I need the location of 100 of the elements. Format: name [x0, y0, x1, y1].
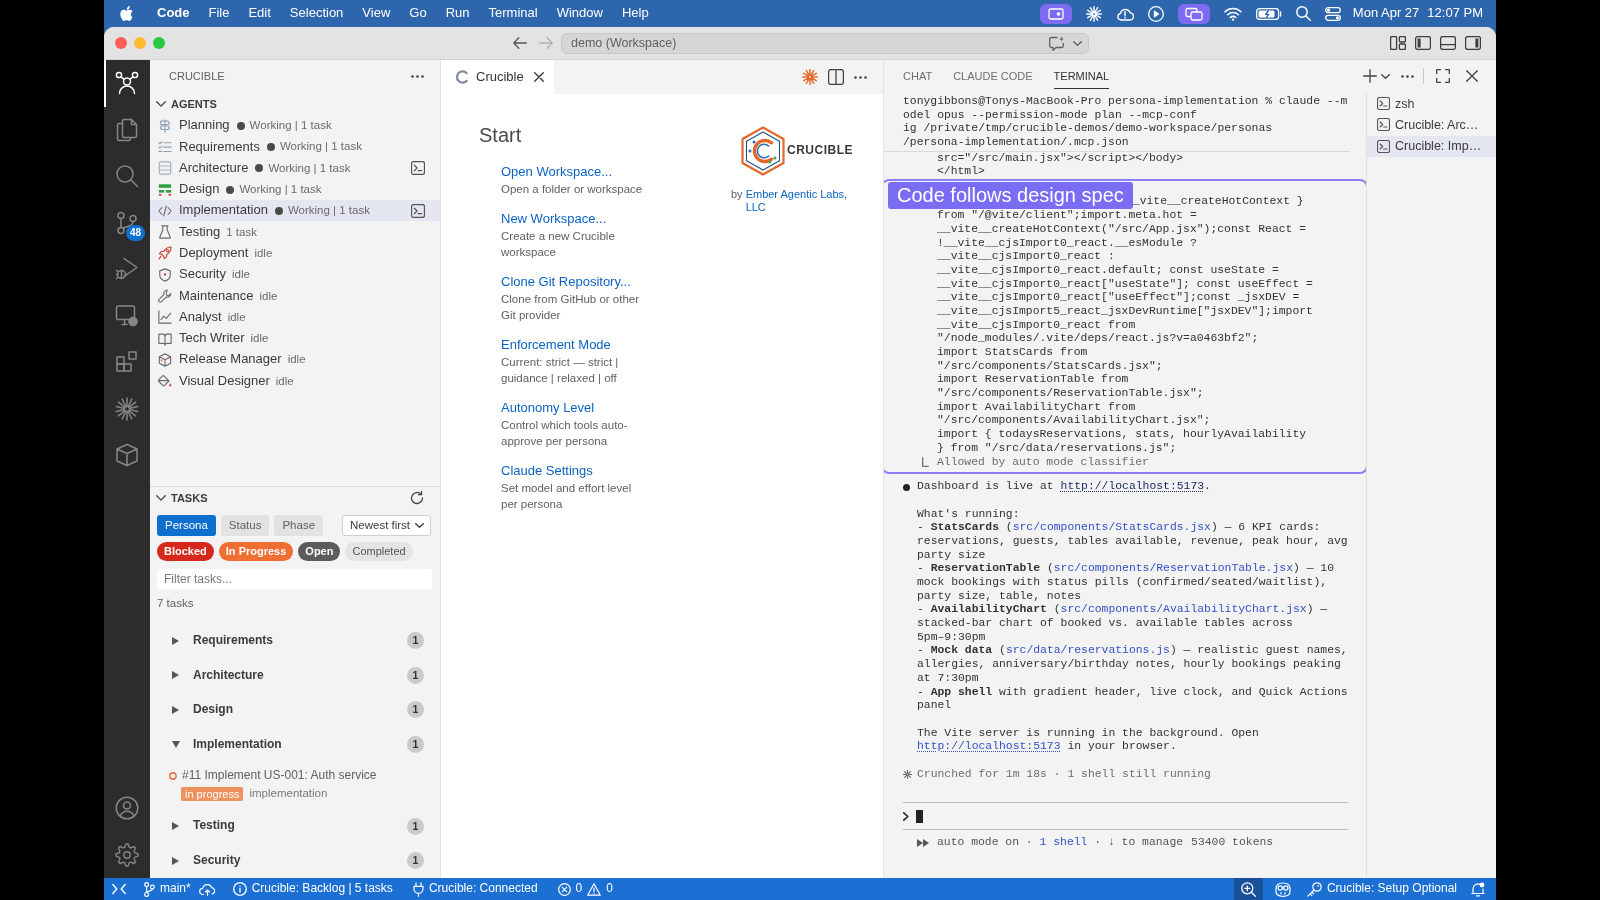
panel-tab[interactable]: CHAT [903, 70, 933, 89]
menu-bar-clock[interactable]: 12:07 PM [1427, 5, 1483, 22]
editor-tab[interactable]: Crucible [441, 60, 554, 94]
file-link[interactable]: src/components/StatsCards.jsx [1012, 521, 1211, 534]
more-icon[interactable] [411, 75, 424, 78]
task-group-name[interactable]: Testing [193, 818, 235, 834]
group-by-button[interactable]: Status [220, 515, 270, 536]
terminal-item[interactable]: zsh [1367, 93, 1496, 115]
agent-item[interactable]: Implementation Working | 1 task [150, 200, 440, 222]
wifi-icon[interactable] [1223, 6, 1242, 21]
menu-item[interactable]: Window [556, 5, 603, 22]
credit-link[interactable]: Ember Agentic Labs, LLC [745, 188, 856, 214]
menu-bar-date[interactable]: Mon Apr 27 [1352, 5, 1420, 22]
url-link[interactable]: http://localhost:5173 [917, 740, 1061, 753]
agent-item[interactable]: Security idle [150, 264, 440, 286]
robot-icon[interactable] [1273, 881, 1292, 897]
sort-dropdown[interactable]: Newest first [342, 515, 431, 536]
caret-down-icon[interactable] [1073, 40, 1082, 46]
sidebar-left-icon[interactable] [1415, 36, 1431, 50]
task-group-name[interactable]: Implementation [193, 736, 282, 753]
triangle-right-icon[interactable] [172, 856, 179, 865]
starburst-icon[interactable] [802, 69, 818, 85]
menu-item[interactable]: Run [445, 5, 470, 22]
play-circle-icon[interactable] [1147, 5, 1164, 22]
overlapping-windows-icon[interactable] [1177, 3, 1210, 24]
menu-item[interactable]: Selection [289, 5, 344, 22]
chevron-down-icon[interactable] [155, 495, 166, 501]
control-toggles-icon[interactable] [1324, 6, 1341, 21]
maximize-icon[interactable] [1436, 69, 1450, 83]
panel-tab[interactable]: TERMINAL [1053, 70, 1110, 89]
group-by-button[interactable]: Phase [274, 515, 324, 536]
terminal-item[interactable]: Crucible: Imp… [1367, 135, 1496, 157]
task-group-name[interactable]: Requirements [193, 632, 274, 649]
menu-item[interactable]: Edit [248, 5, 271, 22]
connection-status[interactable]: Crucible: Connected [412, 881, 538, 897]
file-link[interactable]: src/components/ReservationTable.jsx [1053, 562, 1293, 575]
agent-item[interactable]: Visual Designer idle [150, 370, 440, 392]
cloud-alert-icon[interactable] [1115, 6, 1134, 21]
action-link[interactable]: Open Workspace... [501, 163, 613, 181]
terminal-icon[interactable] [411, 161, 425, 176]
agent-item[interactable]: Maintenance idle [150, 285, 440, 307]
triangle-right-icon[interactable] [172, 822, 179, 831]
files-icon[interactable] [115, 117, 139, 142]
split-editor-icon[interactable] [828, 69, 844, 85]
action-link[interactable]: Clone Git Repository... [501, 273, 631, 291]
layout-grid-icon[interactable] [1390, 36, 1406, 50]
file-link[interactable]: src/data/reservations.js [1005, 644, 1170, 657]
agent-item[interactable]: Planning Working | 1 task [150, 115, 440, 137]
task-group-name[interactable]: Security [193, 852, 241, 869]
bell-icon[interactable] [1471, 881, 1485, 897]
starburst-icon[interactable] [115, 396, 139, 421]
panel-tab[interactable]: CLAUDE CODE [953, 70, 1033, 89]
chevron-down-icon[interactable] [155, 101, 166, 107]
section-title[interactable]: TASKS [171, 490, 208, 506]
agent-item[interactable]: Release Manager idle [150, 349, 440, 371]
backlog-status[interactable]: Crucible: Backlog | 5 tasks [232, 881, 393, 897]
menu-item[interactable]: Terminal [488, 5, 538, 22]
close-icon[interactable] [534, 72, 544, 82]
cube-icon[interactable] [115, 443, 139, 468]
action-link[interactable]: New Workspace... [501, 210, 607, 228]
branch-status[interactable]: main* [144, 881, 191, 897]
panel-bottom-icon[interactable] [1440, 36, 1456, 50]
problems-status[interactable]: 0 0 [557, 881, 613, 897]
terminal-item[interactable]: Crucible: Arc… [1367, 114, 1496, 136]
command-center[interactable]: demo (Workspace) [561, 32, 1089, 54]
shell-link[interactable]: 1 shell [1039, 836, 1088, 849]
sidebar-right-icon[interactable] [1465, 36, 1481, 50]
remote-icon[interactable] [112, 883, 126, 895]
task-group-name[interactable]: Architecture [193, 667, 264, 684]
status-filter-toggle[interactable]: Open [298, 542, 341, 561]
file-link[interactable]: src/components/AvailabilityChart.jsx [1060, 603, 1307, 616]
cloud-upload-icon[interactable] [198, 882, 215, 896]
agent-item[interactable]: Design Working | 1 task [150, 178, 440, 201]
section-title[interactable]: AGENTS [171, 96, 217, 112]
agent-item[interactable]: Deployment idle [150, 242, 440, 265]
menu-item[interactable]: Help [621, 5, 649, 22]
agent-item[interactable]: Testing 1 task [150, 221, 440, 243]
terminal-icon[interactable] [411, 203, 425, 218]
more-icon[interactable] [1401, 74, 1414, 78]
plus-icon[interactable] [1363, 69, 1377, 83]
filter-input[interactable]: Filter tasks... [157, 569, 432, 589]
search-icon[interactable] [115, 164, 139, 189]
status-filter-toggle[interactable]: Completed [345, 542, 413, 561]
agent-item[interactable]: Requirements Working | 1 task [150, 136, 440, 158]
task-title[interactable]: #11 Implement US-001: Auth service [182, 768, 377, 784]
run-debug-icon[interactable] [115, 257, 139, 282]
menu-item[interactable]: View [362, 5, 391, 22]
refresh-icon[interactable] [410, 491, 424, 505]
apple-icon[interactable] [120, 6, 133, 21]
agent-item[interactable]: Architecture Working | 1 task [150, 157, 440, 179]
display-icon[interactable] [1039, 3, 1072, 24]
search-icon[interactable] [1295, 6, 1311, 21]
menu-item[interactable]: File [208, 5, 230, 22]
url-link[interactable]: http://localhost:5173 [1060, 480, 1205, 493]
prompt-field[interactable] [903, 802, 1348, 831]
agent-item[interactable]: Tech Writer idle [150, 327, 440, 350]
zoom-status-button[interactable] [1233, 878, 1263, 900]
task-group-name[interactable]: Design [193, 702, 233, 718]
action-link[interactable]: Autonomy Level [501, 399, 595, 417]
agent-item[interactable]: Analyst idle [150, 306, 440, 328]
